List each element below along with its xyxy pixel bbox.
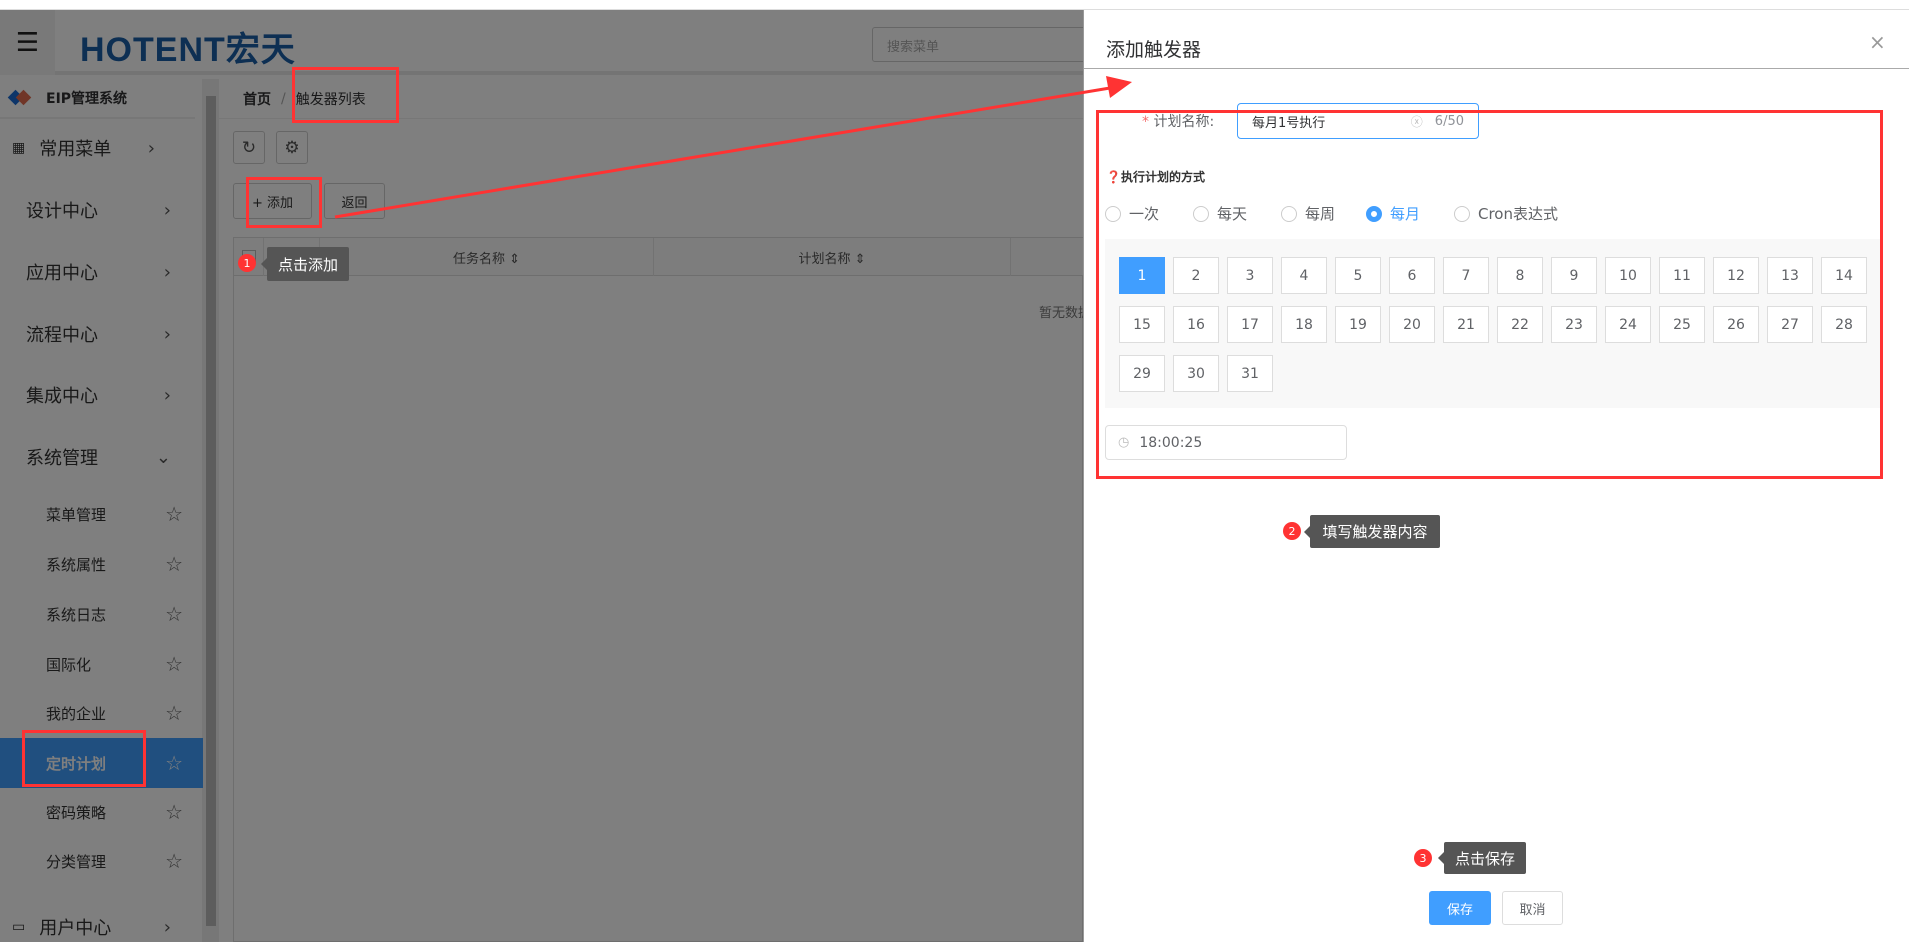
annotation-tooltip: 填写触发器内容 [1304, 515, 1440, 548]
annotation-arrow [334, 76, 1132, 219]
annotation-tooltip: 点击添加 [261, 247, 349, 281]
annotation-badge: 3 [1414, 849, 1432, 867]
annotation-tooltip: 点击保存 [1438, 842, 1526, 874]
annotation-badge: 1 [238, 254, 256, 272]
annotation-badge: 2 [1283, 522, 1301, 540]
